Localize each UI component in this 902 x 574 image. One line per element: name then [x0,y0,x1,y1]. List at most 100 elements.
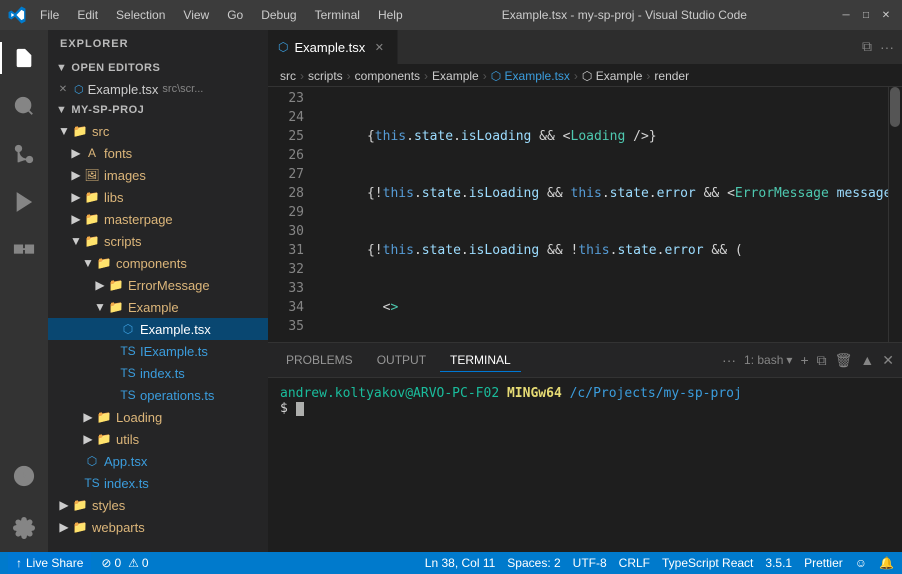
editor-tab-example[interactable]: ⬡ Example.tsx ✕ [268,30,398,64]
tree-item-loading[interactable]: ▶ 📁 Loading [48,406,268,428]
folder-closed-arrow-icon: ▶ [56,519,72,535]
folder-arrow-icon: ▼ [80,255,96,271]
close-terminal-button[interactable]: ✕ [882,352,894,369]
tree-item-index-ts[interactable]: TS index.ts [48,362,268,384]
close-editor-icon[interactable]: ✕ [56,84,70,95]
kill-terminal-button[interactable]: 🗑 [835,352,853,369]
menu-debug[interactable]: Debug [253,6,304,24]
encoding[interactable]: UTF-8 [573,556,607,570]
typescript-version[interactable]: 3.5.1 [765,556,792,570]
breadcrumb-scripts[interactable]: scripts [308,69,343,83]
add-terminal-button[interactable]: + [800,352,808,368]
breadcrumb-src[interactable]: src [280,69,296,83]
tree-item-app-tsx[interactable]: ⬡ App.tsx [48,450,268,472]
activity-explorer[interactable] [0,34,48,82]
tree-label-index-ts-root: index.ts [104,476,149,491]
tree-label-utils: utils [116,432,139,447]
sidebar-title: Explorer [48,30,268,58]
cursor-position[interactable]: Ln 38, Col 11 [425,556,496,570]
breadcrumb-sep4: › [483,69,487,83]
activity-debug[interactable] [0,178,48,226]
tree-item-masterpage[interactable]: ▶ 📁 masterpage [48,208,268,230]
minimize-button[interactable]: ─ [838,7,854,23]
live-share-button[interactable]: ↑ Live Share [8,552,91,574]
tree-item-images[interactable]: ▶ 🖼 images [48,164,268,186]
terminal-content[interactable]: andrew.koltyakov@ARVO-PC-F02 MINGw64 /c/… [268,378,902,552]
folder-icon: 📁 [72,497,88,513]
more-actions-button[interactable]: ··· [880,30,894,64]
terminal-select[interactable]: 1: bash ▾ [744,353,792,367]
tab-close-button[interactable]: ✕ [371,41,387,54]
tree-item-styles[interactable]: ▶ 📁 styles [48,494,268,516]
indentation[interactable]: Spaces: 2 [507,556,560,570]
no-arrow [104,321,120,337]
tree-item-operations-ts[interactable]: TS operations.ts [48,384,268,406]
formatter[interactable]: Prettier [804,556,843,570]
open-editors-list: ✕ ⬡ Example.tsx src\scr... [48,78,268,100]
tree-label-example-tsx: Example.tsx [140,322,211,337]
tree-item-utils[interactable]: ▶ 📁 utils [48,428,268,450]
breadcrumb-render[interactable]: render [654,69,689,83]
chevron-down-icon: ▾ [786,353,792,367]
tree-item-example-tsx[interactable]: ⬡ Example.tsx [48,318,268,340]
tree-item-src[interactable]: ▼ 📁 src [48,120,268,142]
close-button[interactable]: ✕ [878,7,894,23]
tab-output[interactable]: OUTPUT [367,349,436,371]
sidebar: Explorer ▼ Open Editors ✕ ⬡ Example.tsx … [48,30,268,552]
tree-item-libs[interactable]: ▶ 📁 libs [48,186,268,208]
split-terminal-button[interactable]: ⧉ [817,352,827,369]
tree-item-index-ts-root[interactable]: TS index.ts [48,472,268,494]
maximize-button[interactable]: □ [858,7,874,23]
error-count[interactable]: ⊘ 0 ⚠ 0 [101,556,148,570]
code-content[interactable]: {this.state.isLoading && <Loading />} {!… [312,87,902,342]
activity-git[interactable] [0,130,48,178]
feedback-icon[interactable]: ☺ [855,556,867,570]
menu-bar: File Edit Selection View Go Debug Termin… [32,6,411,24]
project-arrow-icon: ▼ [56,104,67,116]
line-ending[interactable]: CRLF [619,556,650,570]
menu-file[interactable]: File [32,6,67,24]
menu-selection[interactable]: Selection [108,6,173,24]
tab-terminal[interactable]: TERMINAL [440,349,521,372]
scrollbar-thumb[interactable] [890,87,900,127]
open-editors-section[interactable]: ▼ Open Editors [48,58,268,78]
breadcrumb-example-class[interactable]: ⬡ Example [582,69,643,83]
tree-item-webparts[interactable]: ▶ 📁 webparts [48,516,268,538]
activity-remote[interactable] [0,452,48,500]
breadcrumb-example-tsx[interactable]: ⬡ Example.tsx [491,69,570,83]
breadcrumb: src › scripts › components › Example › ⬡… [268,65,902,87]
code-editor[interactable]: 23 24 25 26 27 28 29 30 31 32 33 34 35 {… [268,87,902,342]
open-editor-item[interactable]: ✕ ⬡ Example.tsx src\scr... [48,78,268,100]
ts-icon: TS [120,365,136,381]
menu-terminal[interactable]: Terminal [307,6,368,24]
terminal-more-icon[interactable]: ··· [722,352,736,368]
tree-item-errormessage[interactable]: ▶ 📁 ErrorMessage [48,274,268,296]
tab-problems[interactable]: PROBLEMS [276,349,363,371]
project-section[interactable]: ▼ MY-SP-PROJ [48,100,268,120]
menu-go[interactable]: Go [219,6,251,24]
line-numbers: 23 24 25 26 27 28 29 30 31 32 33 34 35 [268,87,312,342]
tree-item-components[interactable]: ▼ 📁 components [48,252,268,274]
activity-settings[interactable] [0,504,48,552]
language-mode[interactable]: TypeScript React [662,556,753,570]
tree-label-styles: styles [92,498,125,513]
maximize-terminal-button[interactable]: ▲ [860,352,874,368]
tree-item-scripts[interactable]: ▼ 📁 scripts [48,230,268,252]
breadcrumb-components[interactable]: components [355,69,420,83]
split-editor-button[interactable]: ⧉ [862,30,872,64]
menu-help[interactable]: Help [370,6,411,24]
notification-bell[interactable]: 🔔 [879,556,894,570]
tree-item-example-folder[interactable]: ▼ 📁 Example [48,296,268,318]
open-editor-filename: Example.tsx [88,82,159,97]
tree-item-fonts[interactable]: ▶ A fonts [48,142,268,164]
live-share-icon: ↑ [16,556,22,570]
activity-search[interactable] [0,82,48,130]
menu-view[interactable]: View [175,6,217,24]
menu-edit[interactable]: Edit [69,6,106,24]
editor-area: ⬡ Example.tsx ✕ ⧉ ··· src › scripts › co… [268,30,902,552]
tree-item-iexample-ts[interactable]: TS IExample.ts [48,340,268,362]
breadcrumb-example-folder[interactable]: Example [432,69,479,83]
folder-arrow-icon: ▼ [56,123,72,139]
activity-extensions[interactable] [0,226,48,274]
git-icon [13,143,35,165]
